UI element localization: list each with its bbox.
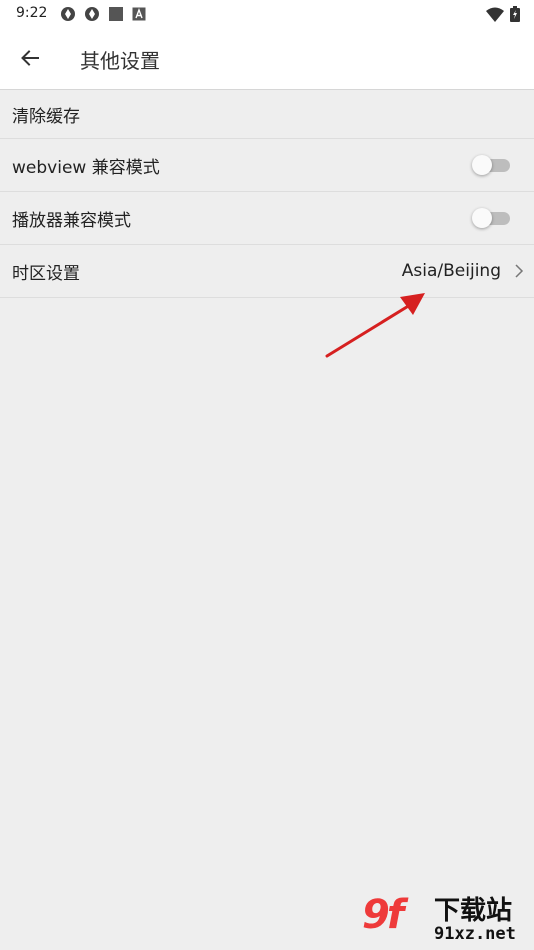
status-bar: 9:22 [0,0,534,28]
battery-charging-icon [510,6,520,22]
sync-icon [61,7,75,21]
app-bar: 其他设置 [0,28,534,88]
stop-square-icon [109,7,123,21]
back-button[interactable] [14,42,46,74]
player-compat-switch[interactable] [472,208,510,228]
status-icons-right [486,6,520,22]
switch-thumb [472,208,492,228]
setting-player-compat[interactable]: 播放器兼容模式 [0,192,534,245]
setting-label: 播放器兼容模式 [12,210,131,231]
status-icons-left [60,6,146,22]
setting-label: webview 兼容模式 [12,157,160,178]
sync-icon [85,7,99,21]
chevron-right-icon [515,264,524,278]
watermark-text: 下载站 [434,896,513,926]
setting-label: 时区设置 [12,263,80,284]
status-time: 9:22 [16,5,48,21]
watermark-logo: 9f [362,892,404,938]
setting-label: 清除缓存 [12,106,80,127]
header: 9:22 其他设置 [0,0,534,90]
settings-list: 清除缓存 webview 兼容模式 播放器兼容模式 时区设置 Asia/Beij… [0,90,534,298]
watermark-url: 91xz.net [434,924,516,944]
arrow-left-icon [21,50,39,66]
switch-thumb [472,155,492,175]
watermark: 9f 下载站 91xz.net [362,884,534,950]
a-badge-icon [132,7,146,21]
setting-webview-compat[interactable]: webview 兼容模式 [0,139,534,192]
setting-clear-cache[interactable]: 清除缓存 [0,90,534,139]
webview-compat-switch[interactable] [472,155,510,175]
wifi-icon [486,7,504,22]
page-title: 其他设置 [80,49,160,73]
timezone-value: Asia/Beijing [401,261,501,281]
setting-timezone[interactable]: 时区设置 Asia/Beijing [0,245,534,298]
red-arrow-icon [325,293,425,358]
